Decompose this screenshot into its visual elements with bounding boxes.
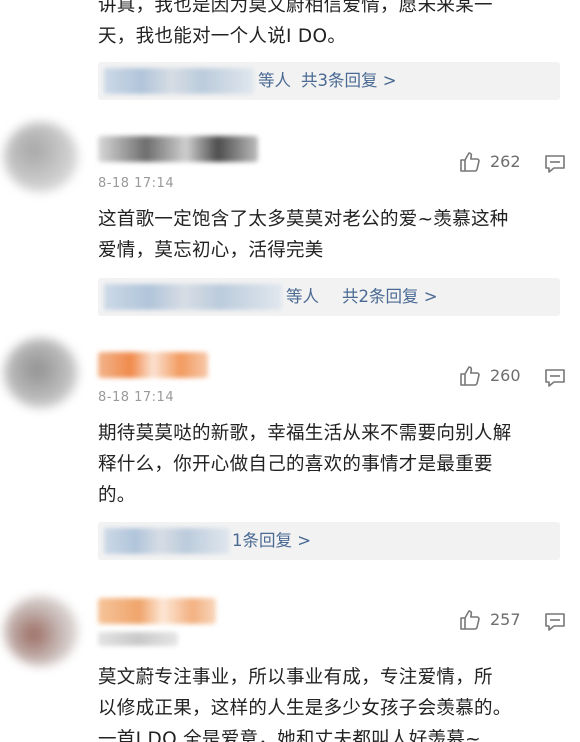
like-count: 260 <box>490 366 521 385</box>
reply-preview-bar[interactable]: 等人 共3条回复 > <box>98 62 560 100</box>
comment-line: 一首I DO 全是爱意，她和丈夫都叫人好羡慕~ <box>98 729 481 742</box>
blurred-username[interactable] <box>98 352 208 378</box>
comment-body: 期待莫莫哒的新歌，幸福生活从来不需要向别人解 释什么，你开心做自己的喜欢的事情才… <box>98 418 568 511</box>
reply-count-link[interactable]: 共2条回复 > <box>342 285 438 309</box>
comment-line: 爱情，莫忘初心，活得完美 <box>98 240 324 261</box>
blurred-reply-names <box>104 528 230 554</box>
comment-body: 这首歌一定饱含了太多莫莫对老公的爱~羡慕这种 爱情，莫忘初心，活得完美 <box>98 204 568 266</box>
comment-line: 释什么，你开心做自己的喜欢的事情才是最重要 <box>98 454 493 475</box>
comment-body: 讲真，我也是因为莫文蔚相信爱情，愿未来某一 天，我也能对一个人说I DO。 <box>98 0 568 52</box>
reply-count-link[interactable]: 1条回复 > <box>232 529 311 553</box>
comment-line: 以修成正果，这样的人生是多少女孩子会羡慕的。 <box>98 698 512 719</box>
reply-suffix: 等人 <box>258 71 291 90</box>
comment-bubble-icon[interactable] <box>544 368 566 388</box>
reply-preview-bar[interactable]: 1条回复 > <box>98 522 560 560</box>
comment-bubble-icon[interactable] <box>544 154 566 174</box>
blurred-username[interactable] <box>98 598 216 624</box>
comment-line: 讲真，我也是因为莫文蔚相信爱情，愿未来某一 <box>98 0 493 16</box>
like-count: 257 <box>490 610 521 629</box>
comment-line: 的。 <box>98 485 136 506</box>
avatar[interactable] <box>4 338 78 408</box>
thumbs-up-icon <box>460 366 480 386</box>
comment-bubble-icon[interactable] <box>544 612 566 632</box>
thumbs-up-icon <box>460 610 480 630</box>
comment-line: 期待莫莫哒的新歌，幸福生活从来不需要向别人解 <box>98 423 512 444</box>
avatar[interactable] <box>4 596 78 666</box>
reply-preview-bar[interactable]: 等人 共2条回复 > <box>98 278 560 316</box>
reply-suffix: 等人 <box>286 287 319 306</box>
blurred-time <box>98 632 178 646</box>
comment-line: 这首歌一定饱含了太多莫莫对老公的爱~羡慕这种 <box>98 209 509 230</box>
comment-body: 莫文蔚专注事业，所以事业有成，专注爱情，所 以修成正果，这样的人生是多少女孩子会… <box>98 662 568 742</box>
comment-line: 天，我也能对一个人说I DO。 <box>98 26 347 47</box>
blurred-username[interactable] <box>98 136 258 162</box>
like-count: 262 <box>490 152 521 171</box>
blurred-reply-names <box>104 284 282 310</box>
comment-line: 莫文蔚专注事业，所以事业有成，专注爱情，所 <box>98 667 493 688</box>
reply-count-link[interactable]: 共3条回复 > <box>301 69 397 93</box>
comment-time: 8-18 17:14 <box>98 390 175 405</box>
thumbs-up-icon <box>460 152 480 172</box>
blurred-reply-names <box>104 68 254 94</box>
comment-time: 8-18 17:14 <box>98 176 175 191</box>
avatar[interactable] <box>4 122 78 192</box>
